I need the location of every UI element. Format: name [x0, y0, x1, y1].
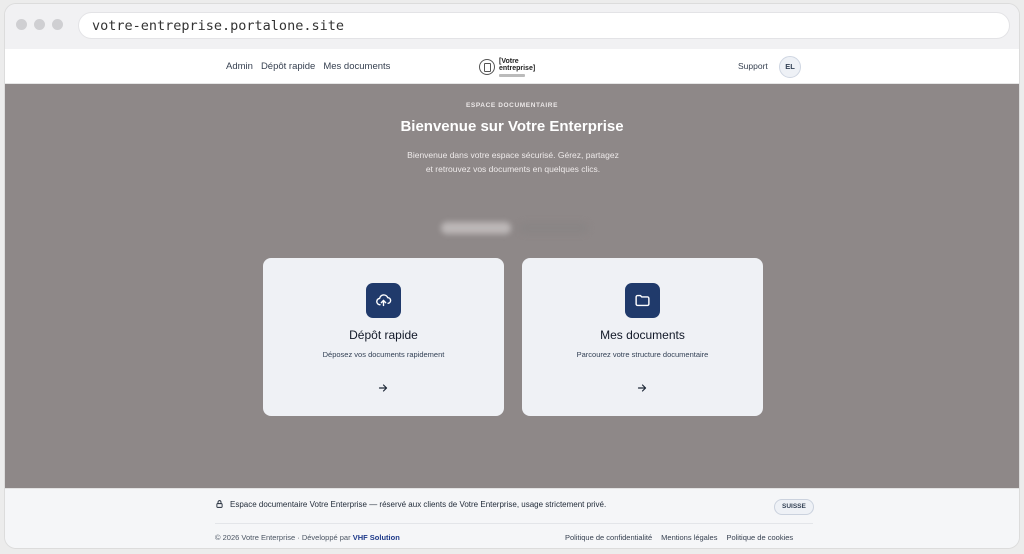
hero-section: ESPACE DOCUMENTAIRE Bienvenue sur Votre … — [5, 84, 1019, 488]
page-footer: Espace documentaire Votre Enterprise — r… — [5, 488, 1019, 548]
logo-mark-icon — [479, 59, 495, 75]
top-navbar: Admin Dépôt rapide Mes documents [Votre … — [5, 49, 1019, 84]
hero-subtitle-line1: Bienvenue dans votre espace sécurisé. Gé… — [407, 150, 619, 160]
arrow-right-icon[interactable] — [377, 382, 389, 394]
card-description: Parcourez votre structure documentaire — [576, 350, 709, 359]
hero-subtitle-line2: et retrouvez vos documents en quelques c… — [425, 164, 601, 174]
user-avatar[interactable]: EL — [779, 56, 801, 78]
privacy-notice-text: Espace documentaire Votre Enterprise — r… — [230, 499, 607, 509]
logo-tagline — [499, 73, 525, 77]
blurred-text-right — [519, 222, 589, 234]
copyright: © 2026 Votre Enterprise · Développé par … — [215, 533, 400, 542]
card-mes-documents[interactable]: Mes documents Parcourez votre structure … — [522, 258, 763, 416]
window-minimize-dot[interactable] — [34, 19, 45, 30]
card-description: Déposez vos documents rapidement — [322, 350, 445, 359]
folder-icon — [625, 283, 660, 318]
footer-divider — [215, 523, 813, 524]
logo-text-line2: entreprise] — [499, 64, 536, 72]
arrow-right-icon[interactable] — [636, 382, 648, 394]
hero-eyebrow: ESPACE DOCUMENTAIRE — [465, 102, 559, 109]
card-title: Dépôt rapide — [349, 328, 418, 342]
blurred-text-left — [441, 222, 511, 234]
logo-wordmark: [Votre entreprise] — [499, 58, 535, 77]
nav-link-depot-rapide[interactable]: Dépôt rapide — [261, 61, 315, 72]
support-link[interactable]: Support — [738, 49, 768, 84]
legal-notice-link[interactable]: Mentions légales — [661, 533, 717, 542]
cookie-policy-link[interactable]: Politique de cookies — [726, 533, 793, 542]
brand-logo[interactable]: [Votre entreprise] — [479, 57, 535, 77]
legal-links: Politique de confidentialité Mentions lé… — [565, 533, 793, 542]
copyright-text: © 2026 Votre Enterprise · Développé par — [215, 533, 353, 542]
browser-chrome: votre-entreprise.portalone.site — [5, 4, 1019, 49]
logo-text-line1: [Votre — [499, 57, 519, 65]
nav-link-mes-documents[interactable]: Mes documents — [323, 61, 390, 72]
nav-links: Admin Dépôt rapide Mes documents — [226, 49, 390, 84]
hero-subtitle: Bienvenue dans votre espace sécurisé. Gé… — [393, 148, 633, 176]
nav-link-admin[interactable]: Admin — [226, 61, 253, 72]
address-bar[interactable]: votre-entreprise.portalone.site — [78, 12, 1010, 39]
lock-icon — [216, 500, 223, 508]
privacy-policy-link[interactable]: Politique de confidentialité — [565, 533, 652, 542]
card-title: Mes documents — [600, 328, 685, 342]
window-maximize-dot[interactable] — [52, 19, 63, 30]
developer-link[interactable]: VHF Solution — [353, 533, 400, 542]
window-close-dot[interactable] — [16, 19, 27, 30]
privacy-notice: Espace documentaire Votre Enterprise — r… — [215, 497, 606, 511]
browser-window: votre-entreprise.portalone.site Admin Dé… — [4, 3, 1020, 549]
cloud-upload-icon — [366, 283, 401, 318]
card-depot-rapide[interactable]: Dépôt rapide Déposez vos documents rapid… — [263, 258, 504, 416]
hero-title: Bienvenue sur Votre Enterprise — [400, 118, 624, 135]
region-badge: SUISSE — [774, 499, 814, 515]
